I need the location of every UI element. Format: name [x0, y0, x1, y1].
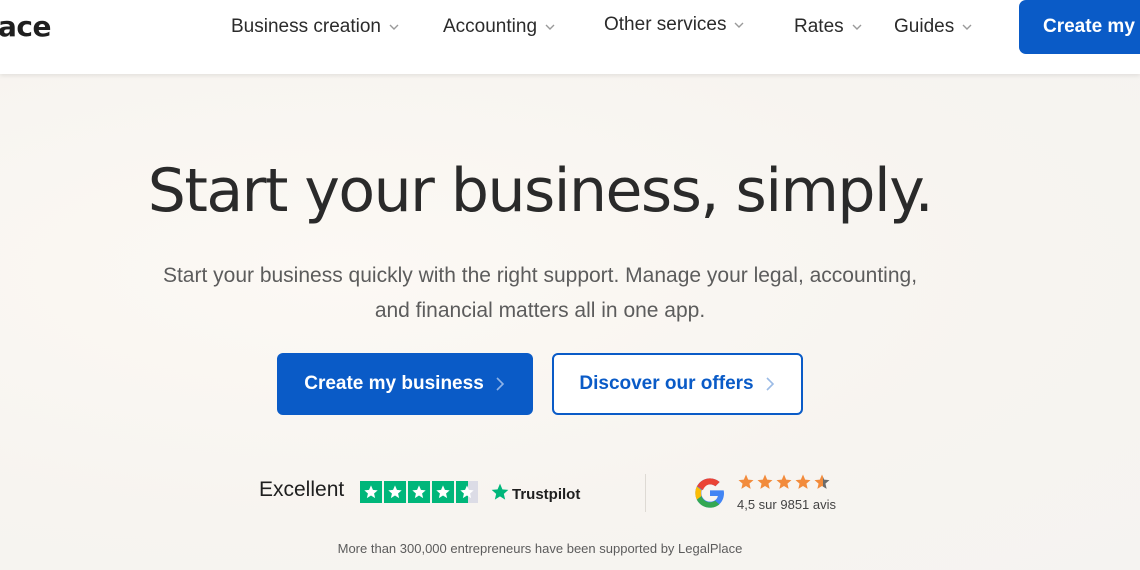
- google-g-icon[interactable]: [694, 477, 726, 509]
- google-stars: [737, 473, 831, 491]
- nav-other-services[interactable]: Other services: [604, 12, 746, 38]
- subtitle-line: and financial matters all in one app.: [374, 299, 706, 322]
- nav-label: Guides: [894, 16, 955, 37]
- chevron-down-icon: [543, 20, 557, 34]
- star-icon: [738, 474, 754, 489]
- button-label: Discover our offers: [579, 373, 754, 394]
- nav-rates[interactable]: Rates: [794, 14, 864, 40]
- header-create-business-button[interactable]: Create my: [1019, 0, 1140, 54]
- nav-business-creation[interactable]: Business creation: [231, 14, 401, 40]
- trustpilot-star-icon: [490, 482, 510, 506]
- chevron-right-icon: [764, 376, 776, 392]
- star-icon: [795, 474, 811, 489]
- chevron-down-icon: [387, 20, 401, 34]
- hero-subtitle: Start your business quickly with the rig…: [110, 258, 970, 328]
- chevron-down-icon: [960, 20, 974, 34]
- logo[interactable]: ace: [0, 10, 51, 43]
- rating-divider: [645, 474, 646, 512]
- chevron-right-icon: [494, 376, 506, 392]
- social-proof-footnote: More than 300,000 entrepreneurs have bee…: [337, 541, 743, 556]
- star-icon: [360, 481, 382, 503]
- nav-label: Business creation: [231, 16, 381, 37]
- trustpilot-brand-text: Trustpilot: [512, 485, 581, 503]
- create-business-button[interactable]: Create my business: [277, 353, 533, 415]
- subtitle-line: Start your business quickly with the rig…: [162, 264, 918, 287]
- chevron-down-icon: [732, 18, 746, 32]
- trustpilot-logo[interactable]: Trustpilot: [490, 482, 580, 506]
- trustpilot-stars[interactable]: [360, 481, 478, 503]
- chevron-down-icon: [850, 20, 864, 34]
- star-icon: [408, 481, 430, 503]
- star-icon: [776, 474, 792, 489]
- nav-guides[interactable]: Guides: [894, 14, 974, 40]
- nav-accounting[interactable]: Accounting: [443, 14, 557, 40]
- button-label: Create my business: [304, 373, 484, 394]
- star-icon: [432, 481, 454, 503]
- nav-label: Accounting: [443, 16, 538, 37]
- star-icon: [384, 481, 406, 503]
- nav-label: Rates: [794, 16, 844, 37]
- google-review-count: 4,5 sur 9851 avis: [737, 497, 837, 512]
- star-icon: [757, 474, 773, 489]
- discover-offers-button[interactable]: Discover our offers: [552, 353, 803, 415]
- half-star-icon: [814, 474, 830, 489]
- trustpilot-rating-word: Excellent: [259, 478, 345, 501]
- half-star-icon: [456, 481, 478, 503]
- hero-headline: Start your business, simply.: [147, 156, 934, 226]
- top-navigation-bar: ace Business creation Accounting Other s…: [0, 0, 1140, 74]
- nav-label: Other services: [604, 14, 727, 35]
